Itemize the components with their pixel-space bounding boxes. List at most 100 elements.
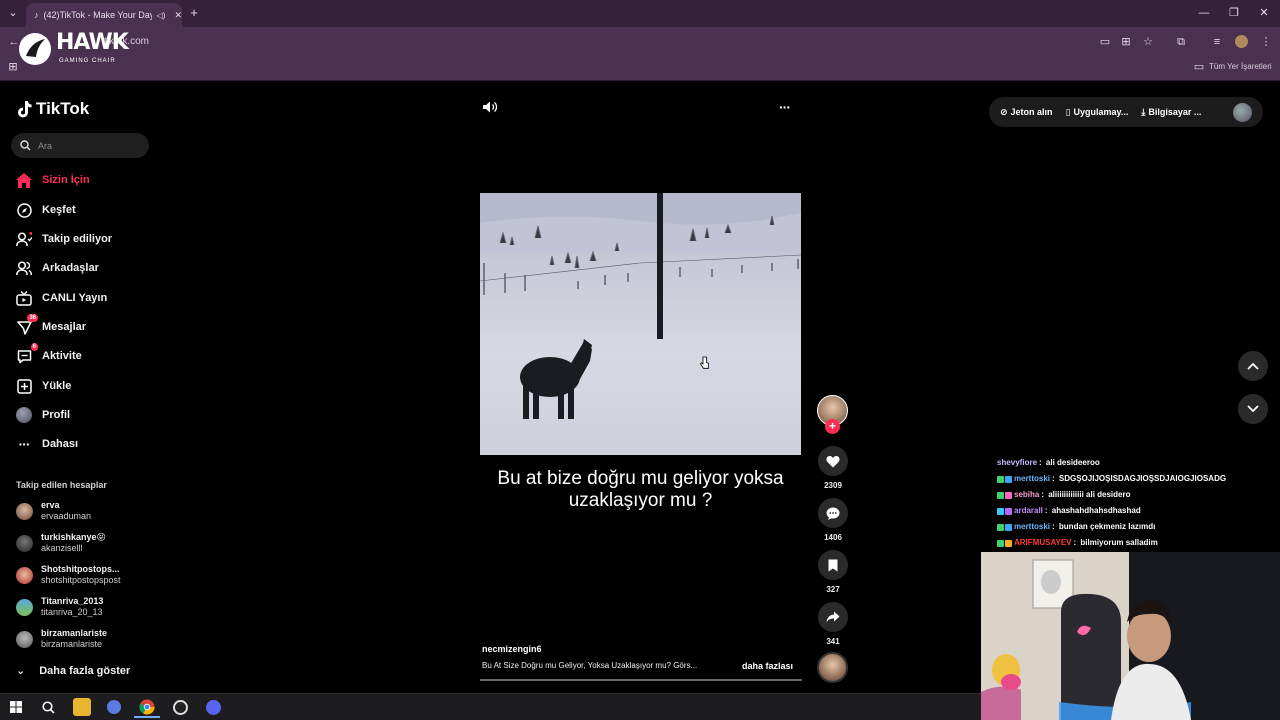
chat-text: ali desideeroo: [1045, 458, 1100, 467]
followed-account[interactable]: turkishkanye😝 akanziselll: [16, 532, 106, 554]
see-more-link[interactable]: daha fazlası: [742, 661, 793, 671]
save-button[interactable]: [818, 550, 848, 580]
profile-avatar[interactable]: [1235, 35, 1248, 48]
new-tab-icon[interactable]: +: [186, 6, 202, 20]
download-icon: ⤓: [1141, 106, 1146, 117]
like-button[interactable]: [818, 446, 848, 476]
coin-icon: ⊘: [1000, 106, 1008, 117]
tab-close-icon[interactable]: ✕: [174, 10, 182, 21]
tab-audio-icon[interactable]: ◁): [157, 11, 166, 20]
live-icon: [16, 290, 32, 306]
cast-icon[interactable]: ▭: [1097, 35, 1113, 49]
browser-tab[interactable]: ♪ (42)TikTok - Make Your Day ◁) ✕: [26, 3, 182, 27]
extensions-icon[interactable]: ⧉: [1173, 35, 1189, 49]
sidebar-item-label: Yükle: [42, 380, 72, 392]
top-actions-bar: ⊘ Jeton alın ▯ Uygulamay... ⤓ Bilgisayar ..…: [989, 97, 1263, 127]
sidebar-item-label: Arkadaşlar: [42, 262, 99, 274]
obs-icon[interactable]: [171, 698, 189, 716]
comment-button[interactable]: [818, 498, 848, 528]
chat-message: ARIFMUSAYEV: bilmiyorum salladim: [997, 535, 1280, 551]
chat-badge-icon: [997, 523, 1012, 531]
video-player[interactable]: [480, 193, 801, 455]
chat-username: shevyfiore: [997, 458, 1038, 467]
desktop-app-button[interactable]: ⤓ Bilgisayar ...: [1141, 107, 1201, 118]
followed-account[interactable]: Shotshitpostops... shotshitpostopspost: [16, 564, 121, 586]
avatar: [16, 502, 33, 520]
chrome-icon[interactable]: [138, 698, 156, 716]
search-icon: [20, 140, 31, 151]
volume-button[interactable]: [482, 100, 498, 119]
tiktok-logo[interactable]: TikTok: [16, 99, 89, 119]
account-name: birzamanlariste: [41, 628, 108, 638]
share-count: 341: [826, 637, 840, 646]
more-options-icon[interactable]: ···: [779, 99, 791, 115]
file-explorer-icon[interactable]: [73, 698, 91, 716]
video-description: Bu At Size Doğru mu Geliyor, Yoksa Uzakl…: [482, 661, 698, 670]
sidebar-item-messages[interactable]: 36 Mesajlar: [16, 314, 87, 335]
previous-video-button[interactable]: [1238, 351, 1268, 381]
sidebar-item-more[interactable]: ··· Dahası: [16, 436, 79, 452]
sidebar-item-profile[interactable]: Profil: [16, 407, 70, 423]
stream-chat: shevyfiore: ali desideeroo merttoski: SD…: [997, 455, 1280, 551]
followed-account[interactable]: Titanriva_2013 titanriva_20_13: [16, 596, 103, 618]
chat-message: shevyfiore: ali desideeroo: [997, 455, 1280, 471]
follow-plus-icon[interactable]: +: [825, 419, 840, 434]
active-app-indicator: [134, 716, 160, 718]
followed-account[interactable]: birzamanlariste birzamanlariste: [16, 628, 107, 650]
windows-start-icon[interactable]: [7, 698, 25, 716]
minimize-icon[interactable]: —: [1196, 6, 1212, 20]
phone-icon: ▯: [1065, 106, 1071, 117]
chat-badge-icon: [997, 507, 1012, 515]
chevron-up-icon: [1247, 362, 1259, 370]
share-icon: [826, 611, 840, 623]
translate-icon[interactable]: ⊞: [1118, 35, 1134, 49]
media-icon[interactable]: ≡: [1209, 35, 1225, 49]
avatar: [16, 534, 33, 552]
app-icon[interactable]: [105, 698, 123, 716]
sidebar-item-label: Mesajlar: [42, 321, 87, 333]
get-app-button[interactable]: ▯ Uygulamay...: [1066, 107, 1129, 118]
restore-icon[interactable]: ❐: [1226, 6, 1242, 20]
search-input[interactable]: Ara: [11, 133, 149, 158]
get-coins-label: Jeton alın: [1010, 107, 1053, 117]
get-coins-button[interactable]: ⊘ Jeton alın: [1000, 107, 1053, 118]
following-icon: [16, 231, 32, 247]
sidebar-item-live[interactable]: CANLI Yayın: [16, 290, 107, 306]
video-author[interactable]: necmizengin6: [482, 644, 542, 654]
desktop-app-label: Bilgisayar ...: [1148, 107, 1202, 117]
video-progress-bar[interactable]: [480, 679, 802, 681]
all-bookmarks[interactable]: Tüm Yer İşaretleri: [1209, 62, 1272, 71]
followed-account[interactable]: erva ervaaduman: [16, 500, 91, 522]
close-window-icon[interactable]: ✕: [1256, 6, 1272, 20]
chat-username: ARIFMUSAYEV: [1014, 538, 1072, 547]
menu-icon[interactable]: ⋮: [1258, 35, 1274, 49]
user-avatar[interactable]: [1233, 103, 1252, 122]
discord-icon[interactable]: [204, 698, 222, 716]
sidebar-item-for-you[interactable]: Sizin İçin: [16, 172, 90, 188]
avatar: [16, 598, 33, 616]
next-video-button[interactable]: [1238, 394, 1268, 424]
tiktok-wordmark: TikTok: [36, 99, 90, 118]
show-more-label: Daha fazla göster: [39, 664, 131, 677]
sound-disc-avatar[interactable]: [817, 652, 848, 683]
share-button[interactable]: [818, 602, 848, 632]
account-name: Shotshitpostops...: [41, 564, 120, 574]
show-more-accounts-button[interactable]: ⌄ Daha fazla göster: [16, 664, 131, 678]
webcam-feed: [981, 552, 1280, 720]
save-count: 327: [826, 585, 840, 594]
home-icon: [16, 172, 32, 188]
tab-list-chevron-icon[interactable]: ⌄: [5, 6, 21, 20]
chat-badge-icon: [997, 539, 1012, 547]
sidebar-item-friends[interactable]: Arkadaşlar: [16, 260, 99, 276]
star-icon[interactable]: ☆: [1140, 35, 1156, 49]
sidebar-item-explore[interactable]: Keşfet: [16, 202, 76, 218]
heart-icon: [826, 455, 840, 467]
activity-badge: 6: [30, 343, 38, 351]
taskbar-search-icon[interactable]: [39, 698, 57, 716]
chat-username: merttoski: [1014, 474, 1051, 483]
sidebar-item-activity[interactable]: 6 Aktivite: [16, 343, 82, 364]
hawk-logo-title: HAWK: [56, 30, 129, 55]
sidebar-item-upload[interactable]: Yükle: [16, 378, 71, 394]
tiktok-favicon-icon: ♪: [34, 10, 39, 20]
sidebar-item-following[interactable]: Takip ediliyor: [16, 231, 112, 247]
